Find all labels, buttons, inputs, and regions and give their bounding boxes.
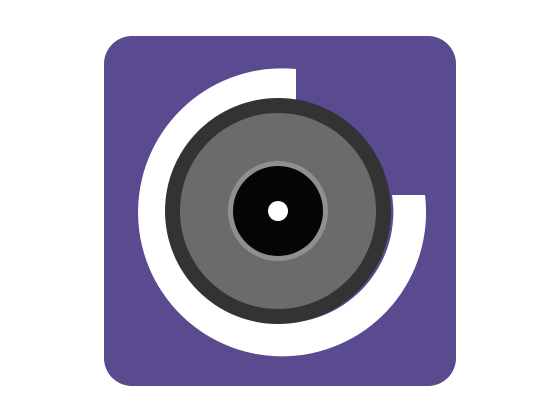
stage: [0, 0, 560, 420]
lens-highlight: [268, 201, 288, 221]
camera-lens-g-logo-icon[interactable]: [104, 36, 456, 386]
